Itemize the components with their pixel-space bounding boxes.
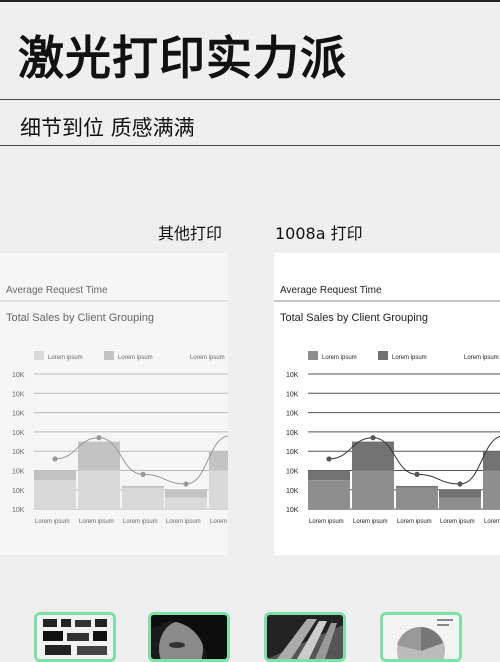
trend-point bbox=[52, 456, 58, 462]
y-tick-label: 10K bbox=[286, 507, 299, 514]
chart-sample-image bbox=[383, 615, 459, 659]
x-tick-label: Lorem ipsum bbox=[123, 519, 158, 525]
legend-label: Lorem ipsum bbox=[464, 355, 499, 361]
legend-label: Lorem ipsum bbox=[118, 355, 153, 361]
trend-point bbox=[140, 471, 146, 477]
panel-other-print: Average Request Time Total Sales by Clien… bbox=[0, 253, 228, 555]
y-tick-label: 10K bbox=[12, 411, 25, 418]
bar-series-2 bbox=[308, 480, 350, 510]
legend-label: Lorem ipsum bbox=[322, 355, 357, 361]
label-1008a-print: 1008a 打印 bbox=[275, 224, 363, 243]
divider-bottom bbox=[0, 145, 500, 146]
panel-1008a-print: Average Request Time Total Sales by Clien… bbox=[274, 253, 500, 555]
y-tick-label: 10K bbox=[12, 391, 25, 398]
legend-swatch bbox=[308, 351, 318, 360]
bar-series-1 bbox=[34, 470, 76, 481]
bar-series-1 bbox=[483, 451, 500, 471]
trend-point bbox=[457, 481, 463, 487]
trend-point bbox=[96, 435, 102, 441]
chart-title: Total Sales by Client Grouping bbox=[280, 312, 428, 324]
thumbnail-chart-sample[interactable] bbox=[380, 612, 462, 662]
y-tick-label: 10K bbox=[12, 372, 25, 379]
bar-series-2 bbox=[352, 470, 394, 510]
chart-1008a-print: Average Request Time Total Sales by Clien… bbox=[274, 285, 500, 525]
y-tick-label: 10K bbox=[286, 411, 299, 418]
bar-series-2 bbox=[209, 470, 228, 510]
report-title: Average Request Time bbox=[6, 285, 108, 296]
x-tick-label: Lorem ipsum bbox=[210, 519, 228, 525]
y-tick-label: 10K bbox=[286, 469, 299, 476]
x-tick-label: Lorem ipsum bbox=[484, 519, 500, 525]
bar-series-2 bbox=[78, 470, 120, 510]
x-tick-label: Lorem ipsum bbox=[353, 519, 388, 525]
y-tick-label: 10K bbox=[286, 430, 299, 437]
bar-series-1 bbox=[439, 489, 481, 498]
legend-swatch bbox=[34, 351, 44, 360]
architecture-sample-image bbox=[267, 615, 343, 659]
y-tick-label: 10K bbox=[12, 469, 25, 476]
y-tick-label: 10K bbox=[286, 372, 299, 379]
x-tick-label: Lorem ipsum bbox=[440, 519, 475, 525]
y-tick-label: 10K bbox=[286, 488, 299, 495]
report-title: Average Request Time bbox=[280, 285, 382, 296]
x-tick-label: Lorem ipsum bbox=[397, 519, 432, 525]
top-border bbox=[0, 0, 500, 2]
chart-title: Total Sales by Client Grouping bbox=[6, 312, 154, 324]
y-tick-label: 10K bbox=[12, 488, 25, 495]
bar-series-1 bbox=[396, 485, 438, 488]
thumbnail-architecture-sample[interactable] bbox=[264, 612, 346, 662]
bar-series-2 bbox=[439, 497, 481, 510]
legend-label: Lorem ipsum bbox=[190, 355, 225, 361]
x-tick-label: Lorem ipsum bbox=[166, 519, 201, 525]
y-tick-label: 10K bbox=[12, 449, 25, 456]
x-tick-label: Lorem ipsum bbox=[309, 519, 344, 525]
y-tick-label: 10K bbox=[12, 507, 25, 514]
thumbnail-text-sample[interactable] bbox=[34, 612, 116, 662]
portrait-sample-image bbox=[151, 615, 227, 659]
bar-series-2 bbox=[122, 487, 164, 510]
bar-series-2 bbox=[34, 480, 76, 510]
text-sample-image bbox=[37, 615, 113, 659]
trend-point bbox=[370, 435, 376, 441]
bar-series-2 bbox=[165, 497, 207, 510]
x-tick-label: Lorem ipsum bbox=[35, 519, 70, 525]
label-other-print: 其他打印 bbox=[158, 224, 223, 243]
legend-swatch bbox=[378, 351, 388, 360]
bar-series-2 bbox=[483, 470, 500, 510]
bar-series-1 bbox=[122, 485, 164, 488]
legend-label: Lorem ipsum bbox=[392, 355, 427, 361]
y-tick-label: 10K bbox=[286, 449, 299, 456]
thumbnail-portrait-sample[interactable] bbox=[148, 612, 230, 662]
y-tick-label: 10K bbox=[286, 391, 299, 398]
page-subtitle: 细节到位 质感满满 bbox=[20, 116, 195, 140]
divider-top bbox=[0, 99, 500, 100]
trend-point bbox=[326, 456, 332, 462]
trend-point bbox=[414, 471, 420, 477]
bar-series-1 bbox=[209, 451, 228, 471]
chart-other-print: Average Request Time Total Sales by Clien… bbox=[0, 285, 228, 525]
legend-swatch bbox=[104, 351, 114, 360]
y-tick-label: 10K bbox=[12, 430, 25, 437]
legend-label: Lorem ipsum bbox=[48, 355, 83, 361]
bar-series-1 bbox=[165, 489, 207, 498]
bar-series-1 bbox=[308, 470, 350, 481]
page-title: 激光打印实力派 bbox=[18, 31, 347, 85]
bar-series-2 bbox=[396, 487, 438, 510]
x-tick-label: Lorem ipsum bbox=[79, 519, 114, 525]
trend-point bbox=[183, 481, 189, 487]
